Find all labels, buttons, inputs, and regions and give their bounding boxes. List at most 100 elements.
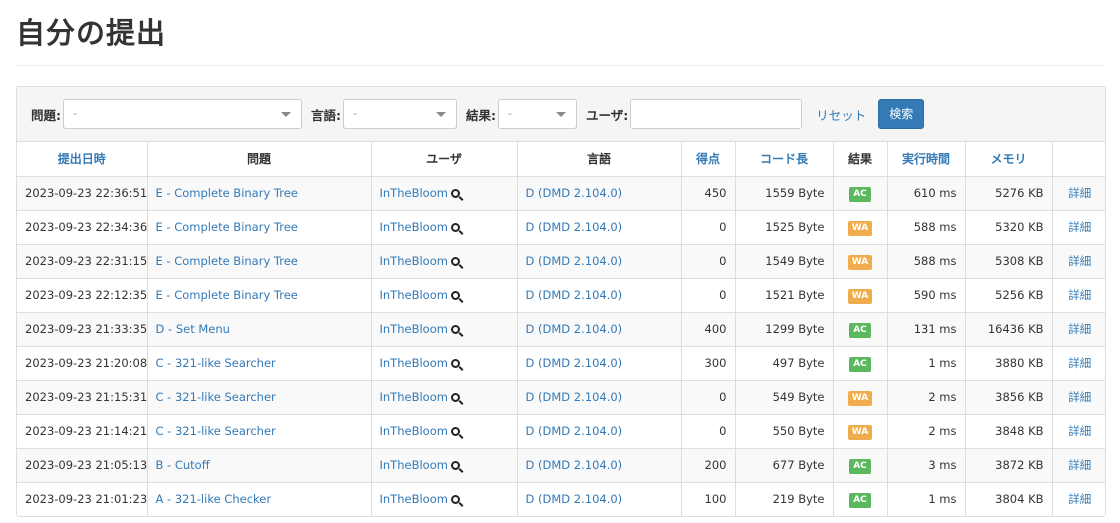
memory-cell: 16436 KB xyxy=(965,312,1053,347)
language-link[interactable]: D (DMD 2.104.0) xyxy=(526,322,623,336)
score-cell: 100 xyxy=(681,482,736,516)
score-cell: 0 xyxy=(681,380,736,415)
task-link[interactable]: A - 321-like Checker xyxy=(156,492,272,506)
submit-time-cell: 2023-09-23 22:12:35 xyxy=(17,278,148,313)
user-filter-input[interactable] xyxy=(630,99,803,129)
language-link[interactable]: D (DMD 2.104.0) xyxy=(526,424,623,438)
submit-time-cell: 2023-09-23 21:14:21 xyxy=(17,414,148,449)
table-row: 2023-09-23 21:15:31 C - 321-like Searcher… xyxy=(17,380,1105,415)
header-memory[interactable]: メモリ xyxy=(965,142,1053,177)
user-link[interactable]: InTheBloom xyxy=(380,288,448,302)
detail-link[interactable]: 詳細 xyxy=(1068,288,1091,302)
detail-link[interactable]: 詳細 xyxy=(1068,390,1091,404)
score-cell: 400 xyxy=(681,312,736,347)
user-link[interactable]: InTheBloom xyxy=(380,458,448,472)
search-icon[interactable] xyxy=(450,325,460,334)
user-link[interactable]: InTheBloom xyxy=(380,322,448,336)
task-link[interactable]: D - Set Menu xyxy=(156,322,230,336)
language-link[interactable]: D (DMD 2.104.0) xyxy=(526,356,623,370)
submit-time-cell: 2023-09-23 22:31:15 xyxy=(17,244,148,279)
user-link[interactable]: InTheBloom xyxy=(380,254,448,268)
submissions-panel: 問題: - 言語: - 結果: - ユーザ: リセット 検索 提出日時 問題 ユ… xyxy=(16,86,1106,517)
task-link[interactable]: E - Complete Binary Tree xyxy=(156,186,298,200)
reset-link[interactable]: リセット xyxy=(816,105,866,124)
search-icon[interactable] xyxy=(450,189,460,198)
chevron-down-icon xyxy=(281,112,291,117)
status-badge: WA xyxy=(847,390,873,406)
language-link[interactable]: D (DMD 2.104.0) xyxy=(526,390,623,404)
user-link[interactable]: InTheBloom xyxy=(380,220,448,234)
user-link[interactable]: InTheBloom xyxy=(380,356,448,370)
status-badge: AC xyxy=(849,356,871,372)
search-icon[interactable] xyxy=(450,291,460,300)
detail-link[interactable]: 詳細 xyxy=(1068,458,1091,472)
memory-cell: 3804 KB xyxy=(965,482,1053,516)
search-icon[interactable] xyxy=(450,461,460,470)
detail-link[interactable]: 詳細 xyxy=(1068,220,1091,234)
search-icon[interactable] xyxy=(450,257,460,266)
memory-cell: 5320 KB xyxy=(965,210,1053,245)
detail-link[interactable]: 詳細 xyxy=(1068,186,1091,200)
header-task: 問題 xyxy=(147,142,372,177)
header-score[interactable]: 得点 xyxy=(681,142,736,177)
search-icon[interactable] xyxy=(450,427,460,436)
score-cell: 200 xyxy=(681,448,736,483)
memory-cell: 5256 KB xyxy=(965,278,1053,313)
task-link[interactable]: C - 321-like Searcher xyxy=(156,424,276,438)
header-submit-time[interactable]: 提出日時 xyxy=(17,142,148,177)
language-link[interactable]: D (DMD 2.104.0) xyxy=(526,220,623,234)
search-icon[interactable] xyxy=(450,495,460,504)
memory-cell: 5308 KB xyxy=(965,244,1053,279)
task-link[interactable]: E - Complete Binary Tree xyxy=(156,254,298,268)
code-size-cell: 1299 Byte xyxy=(735,312,834,347)
task-link[interactable]: C - 321-like Searcher xyxy=(156,356,276,370)
user-link[interactable]: InTheBloom xyxy=(380,186,448,200)
status-badge: WA xyxy=(847,220,873,236)
memory-cell: 3872 KB xyxy=(965,448,1053,483)
detail-link[interactable]: 詳細 xyxy=(1068,322,1091,336)
task-link[interactable]: E - Complete Binary Tree xyxy=(156,220,298,234)
language-link[interactable]: D (DMD 2.104.0) xyxy=(526,186,623,200)
exec-time-cell: 3 ms xyxy=(887,448,966,483)
user-link[interactable]: InTheBloom xyxy=(380,424,448,438)
table-row: 2023-09-23 22:31:15 E - Complete Binary T… xyxy=(17,244,1105,279)
exec-time-cell: 131 ms xyxy=(887,312,966,347)
exec-time-cell: 588 ms xyxy=(887,210,966,245)
problem-filter-label: 問題: xyxy=(31,107,61,123)
score-cell: 450 xyxy=(681,176,736,211)
search-icon[interactable] xyxy=(450,359,460,368)
submit-time-cell: 2023-09-23 21:15:31 xyxy=(17,380,148,415)
search-icon[interactable] xyxy=(450,223,460,232)
submit-time-cell: 2023-09-23 22:34:36 xyxy=(17,210,148,245)
search-icon[interactable] xyxy=(450,393,460,402)
user-filter-label: ユーザ: xyxy=(586,107,629,123)
filter-bar: 問題: - 言語: - 結果: - ユーザ: リセット 検索 xyxy=(17,87,1105,142)
table-row: 2023-09-23 21:01:23 A - 321-like Checker I… xyxy=(17,482,1105,516)
result-filter-select[interactable]: - xyxy=(498,99,577,129)
score-cell: 0 xyxy=(681,278,736,313)
language-filter-select[interactable]: - xyxy=(343,99,457,129)
score-cell: 0 xyxy=(681,210,736,245)
detail-link[interactable]: 詳細 xyxy=(1068,356,1091,370)
header-exec-time[interactable]: 実行時間 xyxy=(887,142,966,177)
detail-link[interactable]: 詳細 xyxy=(1068,492,1091,506)
language-link[interactable]: D (DMD 2.104.0) xyxy=(526,288,623,302)
problem-filter-select[interactable]: - xyxy=(63,99,302,129)
language-filter-label: 言語: xyxy=(311,107,341,123)
search-button[interactable]: 検索 xyxy=(878,99,925,129)
exec-time-cell: 590 ms xyxy=(887,278,966,313)
memory-cell: 3856 KB xyxy=(965,380,1053,415)
status-badge: WA xyxy=(847,288,873,304)
title-divider xyxy=(16,65,1105,66)
language-link[interactable]: D (DMD 2.104.0) xyxy=(526,458,623,472)
user-link[interactable]: InTheBloom xyxy=(380,390,448,404)
task-link[interactable]: E - Complete Binary Tree xyxy=(156,288,298,302)
language-link[interactable]: D (DMD 2.104.0) xyxy=(526,254,623,268)
header-code-size[interactable]: コード長 xyxy=(735,142,834,177)
language-link[interactable]: D (DMD 2.104.0) xyxy=(526,492,623,506)
task-link[interactable]: C - 321-like Searcher xyxy=(156,390,276,404)
detail-link[interactable]: 詳細 xyxy=(1068,424,1091,438)
detail-link[interactable]: 詳細 xyxy=(1068,254,1091,268)
task-link[interactable]: B - Cutoff xyxy=(156,458,210,472)
user-link[interactable]: InTheBloom xyxy=(380,492,448,506)
